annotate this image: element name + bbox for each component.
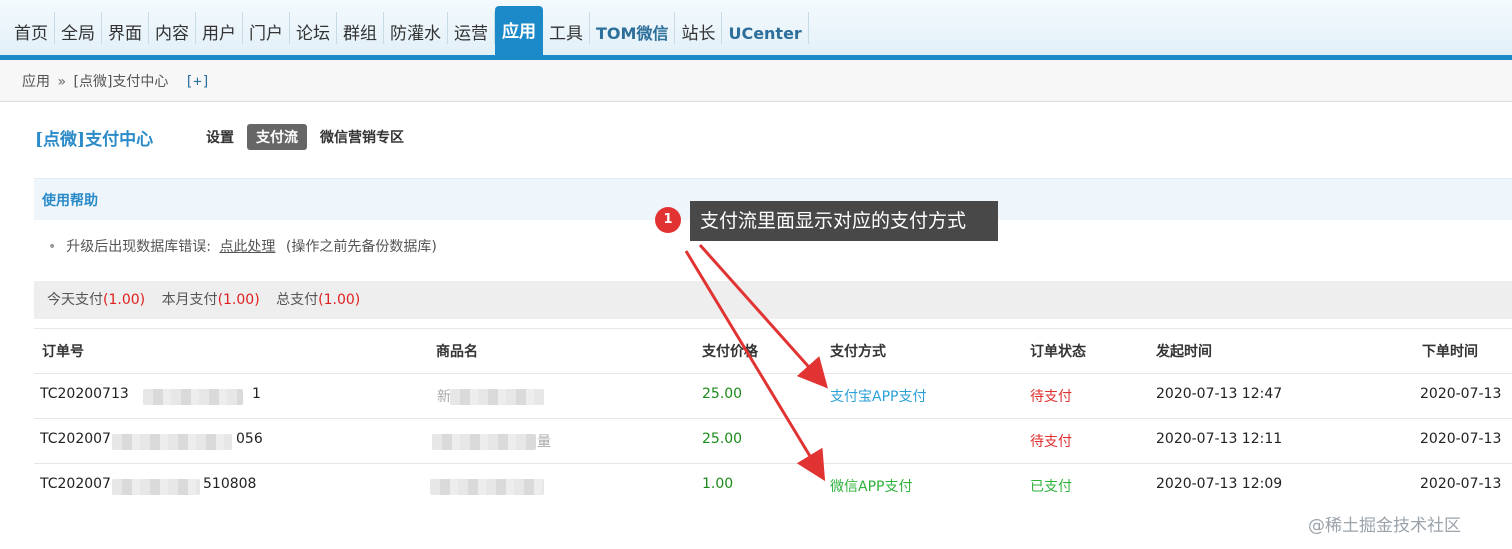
order-no-start: TC202007 <box>40 476 111 492</box>
order-no-start: TC20200713 <box>40 386 129 402</box>
help-note: (操作之前先备份数据库) <box>285 239 437 255</box>
col-header-price: 支付价格 <box>702 344 758 360</box>
summary-total-label: 总支付 <box>276 292 319 308</box>
created-time: 2020-07-13 12:47 <box>1156 386 1283 402</box>
redacted-order-no <box>143 389 243 405</box>
product-name-end: 量 <box>537 434 551 450</box>
watermark: @稀土掘金技术社区 <box>1308 516 1461 536</box>
nav-item-webmaster[interactable]: 站长 <box>675 12 723 44</box>
col-header-order-no: 订单号 <box>42 344 84 360</box>
created-time: 2020-07-13 12:09 <box>1156 476 1283 492</box>
breadcrumb: 应用 » [点微]支付中心 [+] <box>0 60 1512 102</box>
redacted-product-name <box>430 479 544 495</box>
nav-item-ucenter[interactable]: UCenter <box>722 12 809 44</box>
col-header-ordered: 下单时间 <box>1422 344 1478 360</box>
nav-item-apps[interactable]: 应用 <box>495 6 543 55</box>
payment-summary: 今天支付(1.00) 本月支付(1.00) 总支付(1.00) <box>34 281 1512 319</box>
order-no-end: 1 <box>252 386 261 402</box>
summary-today-label: 今天支付 <box>47 292 103 308</box>
col-header-status: 订单状态 <box>1030 344 1086 360</box>
summary-month-value: (1.00) <box>217 292 260 308</box>
tab-wechat-marketing[interactable]: 微信营销专区 <box>311 124 413 150</box>
annotation-callout: 支付流里面显示对应的支付方式 <box>690 201 998 241</box>
redacted-product-name <box>450 389 544 405</box>
nav-item-global[interactable]: 全局 <box>55 12 102 44</box>
breadcrumb-separator: » <box>57 74 67 90</box>
help-text: 升级后出现数据库错误: <box>66 239 211 255</box>
product-name-start: 新 <box>437 389 451 405</box>
annotation-badge: 1 <box>655 207 681 233</box>
nav-item-portal[interactable]: 门户 <box>243 12 290 44</box>
row-divider <box>34 418 1512 419</box>
redacted-order-no <box>112 434 232 450</box>
help-bullet: • <box>48 239 57 255</box>
summary-total-value: (1.00) <box>318 292 361 308</box>
order-no-end: 056 <box>236 431 263 447</box>
fix-database-link[interactable]: 点此处理 <box>219 239 275 255</box>
ordered-time: 2020-07-13 <box>1420 476 1502 492</box>
order-status: 待支付 <box>1030 434 1072 450</box>
pay-price: 25.00 <box>702 431 743 447</box>
created-time: 2020-07-13 12:11 <box>1156 431 1283 447</box>
summary-today: 今天支付(1.00) <box>47 292 145 308</box>
row-divider <box>34 463 1512 464</box>
pay-price: 1.00 <box>702 476 734 492</box>
breadcrumb-root[interactable]: 应用 <box>22 74 50 90</box>
order-status: 待支付 <box>1030 389 1072 405</box>
nav-item-home[interactable]: 首页 <box>8 12 55 44</box>
help-line: • 升级后出现数据库错误: 点此处理 (操作之前先备份数据库) <box>48 236 437 256</box>
add-shortcut-button[interactable]: [+] <box>185 74 210 90</box>
pay-method: 支付宝APP支付 <box>830 389 927 405</box>
col-header-product: 商品名 <box>436 344 478 360</box>
nav-item-antispam[interactable]: 防灌水 <box>384 12 448 44</box>
nav-item-tom-wechat[interactable]: TOM微信 <box>590 12 676 44</box>
redacted-product-name <box>432 434 536 450</box>
nav-item-operations[interactable]: 运营 <box>448 12 495 44</box>
table-top-border <box>34 328 1512 329</box>
summary-total: 总支付(1.00) <box>276 292 360 308</box>
ordered-time: 2020-07-13 <box>1420 386 1502 402</box>
plugin-tabs: 设置 支付流 微信营销专区 <box>197 124 417 150</box>
ordered-time: 2020-07-13 <box>1420 431 1502 447</box>
row-divider <box>34 373 1512 374</box>
col-header-created: 发起时间 <box>1156 344 1212 360</box>
pay-method: 微信APP支付 <box>830 479 913 495</box>
nav-item-users[interactable]: 用户 <box>196 12 243 44</box>
redacted-order-no <box>112 479 200 495</box>
pay-price: 25.00 <box>702 386 743 402</box>
order-status: 已支付 <box>1030 479 1072 495</box>
plugin-title: [点微]支付中心 <box>35 130 154 150</box>
nav-menu: 首页 全局 界面 内容 用户 门户 论坛 群组 防灌水 运营 应用 工具 TOM… <box>8 6 809 61</box>
nav-item-content[interactable]: 内容 <box>149 12 196 44</box>
nav-item-forum[interactable]: 论坛 <box>290 12 337 44</box>
summary-today-value: (1.00) <box>103 292 146 308</box>
nav-item-interface[interactable]: 界面 <box>102 12 149 44</box>
summary-month-label: 本月支付 <box>161 292 218 308</box>
order-no-end: 510808 <box>203 476 257 492</box>
nav-item-tools[interactable]: 工具 <box>543 12 590 44</box>
breadcrumb-current: [点微]支付中心 <box>73 74 169 90</box>
nav-item-groups[interactable]: 群组 <box>337 12 384 44</box>
order-no-start: TC202007 <box>40 431 111 447</box>
col-header-method: 支付方式 <box>830 344 886 360</box>
tab-settings[interactable]: 设置 <box>197 124 243 150</box>
top-nav: 首页 全局 界面 内容 用户 门户 论坛 群组 防灌水 运营 应用 工具 TOM… <box>0 0 1512 60</box>
summary-month: 本月支付(1.00) <box>162 292 260 308</box>
tab-payment-flow[interactable]: 支付流 <box>247 124 307 150</box>
